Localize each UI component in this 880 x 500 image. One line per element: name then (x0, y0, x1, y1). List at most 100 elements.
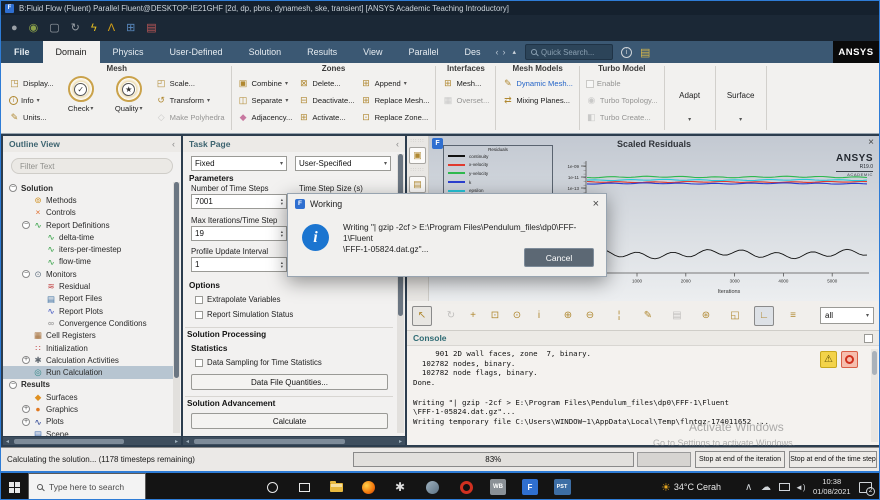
tab-file[interactable]: File (1, 41, 43, 63)
sync-icon[interactable]: ↻ (71, 23, 80, 34)
grid-icon[interactable]: ⊞ (126, 23, 135, 34)
tree-item-calculation-activities[interactable]: +✱Calculation Activities (3, 354, 173, 366)
quick-search-input[interactable]: Quick Search... (525, 44, 613, 60)
warning-icon[interactable]: ⚠ (820, 351, 837, 368)
scroll-left-icon[interactable]: ◂ (3, 438, 12, 445)
ribbon-item-display[interactable]: ◳Display... (7, 75, 56, 92)
scrollbar-thumb[interactable] (174, 182, 179, 378)
data-file-quantities-button[interactable]: Data File Quantities... (191, 374, 388, 390)
ribbon-item-adjacency[interactable]: ◆Adjacency... (236, 109, 295, 126)
spinner-icons[interactable]: ▴▾ (281, 198, 283, 205)
ribbon-item-separate[interactable]: ◫Separate▾ (236, 92, 295, 109)
zoom-out-icon[interactable]: ⊖ (580, 306, 600, 326)
collapse-icon[interactable]: − (7, 381, 19, 389)
volume-icon[interactable]: ◄) (795, 473, 806, 500)
tree-item-convergence-conditions[interactable]: ∞Convergence Conditions (3, 317, 173, 329)
zoom-box-icon[interactable]: ⊡ (485, 306, 505, 326)
file-explorer-icon[interactable] (323, 473, 349, 500)
journal-icon[interactable]: ▤ (640, 46, 650, 59)
tab-des[interactable]: Des (452, 41, 494, 63)
tree-item-graphics[interactable]: +●Graphics (3, 403, 173, 415)
max-iterations-input[interactable]: 19 ▴▾ (191, 226, 287, 241)
ribbon-item-replace-zone[interactable]: ⊡Replace Zone... (359, 109, 432, 126)
extrapolate-variables-checkbox[interactable]: Extrapolate Variables (195, 295, 281, 304)
collapse-icon[interactable]: − (7, 184, 19, 192)
tree-item-iters-per-timestep[interactable]: ∿iters-per-timestep (3, 243, 173, 255)
profile-update-interval-input[interactable]: 1 ▴▾ (191, 257, 287, 272)
package-icon[interactable]: ▢ (49, 23, 59, 34)
number-of-time-steps-input[interactable]: 7001 ▴▾ (191, 194, 287, 209)
ribbon-item-replace-mesh[interactable]: ⊞Replace Mesh... (359, 92, 432, 109)
stop-iteration-button[interactable]: Stop at end of the iteration (695, 451, 785, 468)
bolt-icon[interactable]: ϟ (91, 23, 97, 34)
display-filter-dropdown[interactable]: all▾ (820, 307, 874, 324)
task-view-icon[interactable] (291, 473, 317, 500)
orbit-icon[interactable]: ⊛ (696, 306, 716, 326)
ribbon-item-info[interactable]: iInfo▾ (7, 92, 56, 109)
ribbon-item-combine[interactable]: ▣Combine▾ (236, 75, 295, 92)
onedrive-cloud-icon[interactable]: ☁ (761, 473, 771, 500)
scrollbar-thumb[interactable] (14, 439, 124, 444)
tab-overflow-left-icon[interactable]: ‹ (494, 47, 501, 57)
scrollbar-thumb[interactable] (194, 439, 345, 444)
perspective-icon[interactable]: ◱ (725, 306, 745, 326)
clock-tray-item[interactable]: 10:38 01/08/2021 (813, 473, 851, 500)
tree-item-solution[interactable]: −Solution (3, 182, 173, 194)
stop-icon[interactable] (841, 351, 858, 368)
scroll-right-icon[interactable]: ▸ (172, 438, 181, 445)
pst-icon[interactable]: PST (549, 473, 575, 500)
settings-icon[interactable]: ✱ (387, 473, 413, 500)
workbench-icon[interactable]: WB (485, 473, 511, 500)
tree-item-report-files[interactable]: ▤Report Files (3, 293, 173, 305)
mesh-sphere-icon[interactable]: ◉ (29, 23, 39, 34)
cancel-button[interactable]: Cancel (524, 248, 594, 267)
tab-overflow-right-icon[interactable]: › (501, 47, 508, 57)
expand-icon[interactable]: + (20, 405, 32, 413)
collapse-icon[interactable]: − (20, 221, 32, 229)
scroll-left-icon[interactable]: ◂ (183, 438, 192, 445)
axes-icon[interactable]: ∟ (754, 306, 774, 326)
magnify-icon[interactable]: ⊙ (507, 306, 527, 326)
ribbon-item-activate[interactable]: ⊞Activate... (296, 109, 356, 126)
scrollbar-thumb[interactable] (872, 351, 877, 375)
zoom-in-icon[interactable]: ⊕ (558, 306, 578, 326)
scroll-right-icon[interactable]: ▸ (396, 438, 405, 445)
ribbon-item-check[interactable]: ✓Check▾ (58, 75, 104, 131)
report-simulation-status-checkbox[interactable]: Report Simulation Status (195, 310, 293, 319)
annotate-icon[interactable]: ≡ (783, 306, 803, 326)
tab-physics[interactable]: Physics (100, 41, 157, 63)
cortana-icon[interactable] (259, 473, 285, 500)
tab-solution[interactable]: Solution (236, 41, 295, 63)
pointer-icon[interactable]: ↖ (412, 306, 432, 326)
tab-user-defined[interactable]: User-Defined (157, 41, 236, 63)
filter-text-input[interactable]: Filter Text (11, 158, 173, 174)
ribbon-item-deactivate[interactable]: ⊟Deactivate... (296, 92, 356, 109)
copy-view-icon[interactable]: ▣ (409, 147, 426, 164)
help-icon[interactable]: i (621, 47, 632, 58)
expand-icon[interactable]: + (20, 418, 32, 426)
ribbon-item-transform[interactable]: ↺Transform▾ (154, 92, 227, 109)
ribbon-item-mesh[interactable]: ⊞Mesh... (440, 75, 491, 92)
taskbar-search-input[interactable]: Type here to search (28, 473, 146, 500)
tree-item-run-calculation[interactable]: ◎Run Calculation (3, 366, 173, 378)
spinner-icons[interactable]: ▴▾ (281, 230, 283, 237)
tree-item-cell-registers[interactable]: ▦Cell Registers (3, 330, 173, 342)
console-menu-icon[interactable] (864, 334, 873, 343)
page-setup-icon[interactable]: ▤ (409, 176, 426, 193)
dialog-title-bar[interactable]: F Working × (288, 194, 606, 213)
tree-item-surfaces[interactable]: ◆Surfaces (3, 391, 173, 403)
tab-parallel[interactable]: Parallel (395, 41, 451, 63)
tree-item-methods[interactable]: ⊚Methods (3, 194, 173, 206)
tree-item-plots[interactable]: +∿Plots (3, 416, 173, 428)
task-page-horizontal-scrollbar[interactable]: ◂ ▸ (183, 437, 405, 445)
outline-vertical-scrollbar[interactable] (173, 182, 180, 433)
ribbon-item-scale[interactable]: ◰Scale... (154, 75, 227, 92)
journal-icon[interactable]: ▤ (146, 23, 156, 34)
tab-view[interactable]: View (350, 41, 395, 63)
notification-center-icon[interactable]: 2 (859, 473, 872, 500)
ribbon-item-adapt[interactable]: Adapt▾ (669, 75, 711, 131)
tree-item-report-plots[interactable]: ∿Report Plots (3, 305, 173, 317)
expand-icon[interactable]: + (20, 356, 32, 364)
time-step-size-method-dropdown[interactable]: User-Specified▾ (295, 156, 391, 171)
close-icon[interactable]: × (593, 198, 599, 210)
